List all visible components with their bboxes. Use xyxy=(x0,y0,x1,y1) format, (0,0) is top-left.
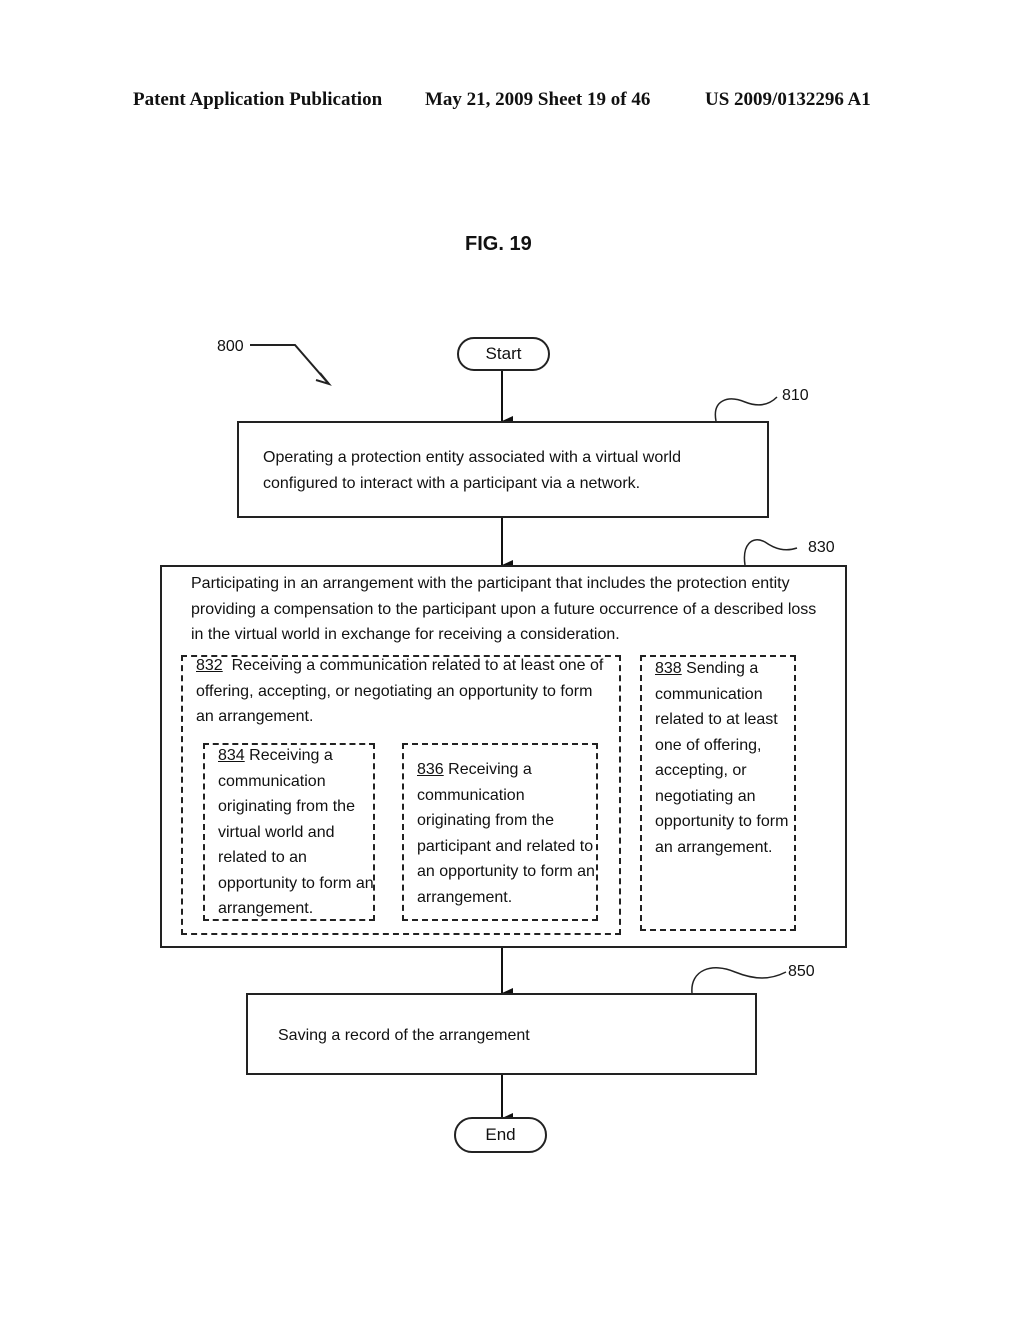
step-850-text: Saving a record of the arrangement xyxy=(278,1027,530,1044)
leader-850 xyxy=(691,967,787,994)
leader-810 xyxy=(714,396,778,422)
leader-830 xyxy=(743,539,798,566)
step-830-box: Participating in an arrangement with the… xyxy=(160,565,847,948)
figure-ref-arrow xyxy=(250,344,332,386)
substep-834-ref: 834 xyxy=(218,747,245,764)
substep-832-box: 832 Receiving a communication related to… xyxy=(181,655,621,935)
substep-838-box: 838 Sending a communication related to a… xyxy=(640,655,796,931)
substep-834-text: 834 Receiving a communication originatin… xyxy=(218,743,378,922)
step-830-text: Participating in an arrangement with the… xyxy=(191,575,817,643)
step-810-box: Operating a protection entity associated… xyxy=(237,421,769,518)
step-850-box: Saving a record of the arrangement xyxy=(246,993,757,1075)
substep-838-text: 838 Sending a communication related to a… xyxy=(655,656,795,860)
substep-836-text: 836 Receiving a communication originatin… xyxy=(417,757,599,910)
substep-832-text: 832 Receiving a communication related to… xyxy=(196,653,606,730)
substep-838-desc: Sending a communication related to at le… xyxy=(655,660,789,856)
step-850-ref: 850 xyxy=(788,963,815,980)
substep-832-desc: Receiving a communication related to at … xyxy=(196,657,604,725)
substep-836-box: 836 Receiving a communication originatin… xyxy=(402,743,598,921)
step-810-ref: 810 xyxy=(782,387,809,404)
substep-834-desc: Receiving a communication originating fr… xyxy=(218,747,374,917)
substep-832-ref: 832 xyxy=(196,657,223,674)
substep-836-desc: Receiving a communication originating fr… xyxy=(417,761,595,906)
start-terminal: Start xyxy=(457,337,550,371)
step-810-text: Operating a protection entity associated… xyxy=(263,449,681,492)
end-terminal: End xyxy=(454,1117,547,1153)
step-830-ref: 830 xyxy=(808,539,835,556)
substep-838-ref: 838 xyxy=(655,660,682,677)
substep-834-box: 834 Receiving a communication originatin… xyxy=(203,743,375,921)
substep-836-ref: 836 xyxy=(417,761,444,778)
